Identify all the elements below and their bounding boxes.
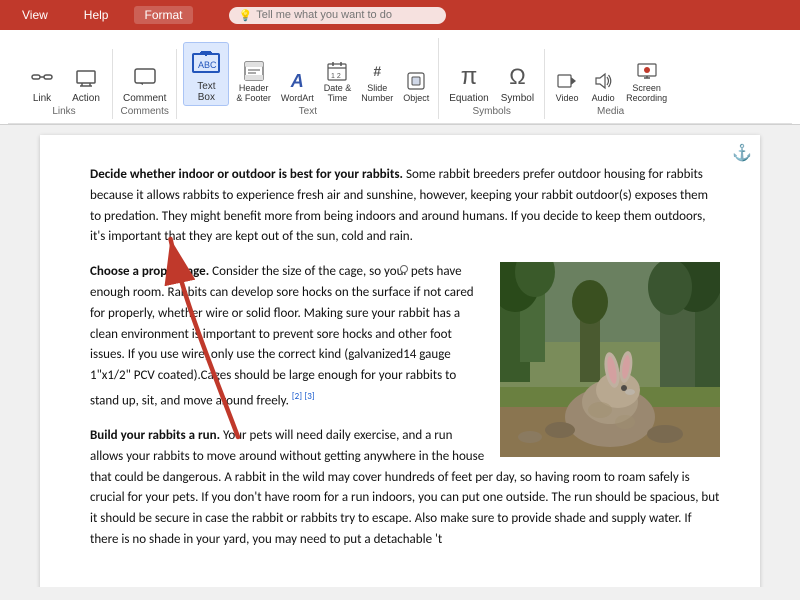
video-button[interactable]: Video [551,66,583,106]
comment-button[interactable]: Comment [119,59,170,106]
datetime-label: Date &Time [324,83,352,103]
top-bar: View Help Format 💡 [0,0,800,30]
links-items: Link Action [22,49,106,106]
action-icon [70,61,102,93]
tell-me-bar[interactable]: 💡 [229,7,447,24]
ribbon-group-symbols: π Equation Ω Symbol Symbols [439,49,545,119]
video-label: Video [556,93,579,103]
slide-number-label: SlideNumber [361,83,393,103]
document-area: ⚓ Decide whether indoor or outdoor is be… [0,125,800,587]
symbol-icon: Ω [501,61,533,93]
para-2-bold: Choose a proper cage. [90,264,209,279]
ribbon-group-text: ABC TextBox [177,38,439,119]
header-footer-icon [242,59,266,83]
equation-icon: π [453,61,485,93]
ribbon-group-links: Link Action Links [16,49,113,119]
video-icon [555,69,579,93]
view-tab[interactable]: View [12,6,58,24]
para-1: Decide whether indoor or outdoor is best… [90,165,720,248]
document-page: ⚓ Decide whether indoor or outdoor is be… [40,135,760,587]
para-2: Choose a proper cage. Consider the size … [90,262,720,412]
ribbon-content: Link Action Links Comment [8,34,792,124]
datetime-icon: 1 2 [325,59,349,83]
header-footer-button[interactable]: Header& Footer [233,56,274,106]
slide-number-icon: # [365,59,389,83]
audio-label: Audio [592,93,615,103]
link-button[interactable]: Link [22,59,62,106]
object-icon [404,69,428,93]
help-tab[interactable]: Help [74,6,119,24]
comments-group-label: Comments [121,106,169,119]
header-footer-label: Header& Footer [236,83,271,103]
symbol-label: Symbol [501,93,534,104]
selection-handle-top[interactable] [400,265,408,273]
rabbit-image-container [500,262,720,457]
textbox-label: TextBox [197,81,215,103]
ribbon: Link Action Links Comment [0,30,800,125]
comment-icon [129,61,161,93]
document-text: Decide whether indoor or outdoor is best… [90,165,720,551]
link-label: Link [33,93,51,104]
text-group-label: Text [299,106,317,119]
text-items: ABC TextBox [183,38,432,106]
svg-text:ABC: ABC [198,60,217,70]
link-icon [26,61,58,93]
para-2-text: Consider the size of the cage, so your p… [90,264,474,408]
tell-me-input[interactable] [256,9,436,21]
object-label: Object [403,93,429,103]
equation-button[interactable]: π Equation [445,59,492,106]
links-group-label: Links [52,106,75,119]
textbox-button[interactable]: ABC TextBox [183,42,229,106]
screen-recording-label: ScreenRecording [626,83,667,103]
rabbit-image [500,262,720,457]
object-button[interactable]: Object [400,66,432,106]
wordart-label: WordArt [281,93,314,103]
symbol-button[interactable]: Ω Symbol [497,59,538,106]
footnote-2[interactable]: [2] [292,391,302,402]
format-tab[interactable]: Format [134,6,192,24]
media-group-label: Media [597,106,624,119]
action-button[interactable]: Action [66,59,106,106]
comment-label: Comment [123,93,166,104]
audio-button[interactable]: Audio [587,66,619,106]
media-items: Video Audio [551,49,670,106]
symbols-items: π Equation Ω Symbol [445,49,538,106]
svg-text:1 2: 1 2 [331,73,341,80]
wordart-icon: A [285,69,309,93]
audio-icon [591,69,615,93]
lightbulb-icon: 💡 [239,9,253,22]
ribbon-group-media: Video Audio [545,49,676,119]
ribbon-group-comments: Comment Comments [113,49,177,119]
comments-items: Comment [119,49,170,106]
equation-label: Equation [449,93,488,104]
action-label: Action [72,93,100,104]
wordart-button[interactable]: A WordArt [278,66,317,106]
symbols-group-label: Symbols [473,106,511,119]
textbox-icon: ABC [188,45,224,81]
para-1-bold: Decide whether indoor or outdoor is best… [90,167,403,182]
slide-number-button[interactable]: # SlideNumber [358,56,396,106]
screen-recording-icon [635,59,659,83]
footnote-3[interactable]: [3] [304,391,314,402]
para-3-bold: Build your rabbits a run. [90,428,220,443]
anchor-icon: ⚓ [732,143,752,163]
screen-recording-button[interactable]: ScreenRecording [623,56,670,106]
datetime-button[interactable]: 1 2 Date &Time [321,56,355,106]
